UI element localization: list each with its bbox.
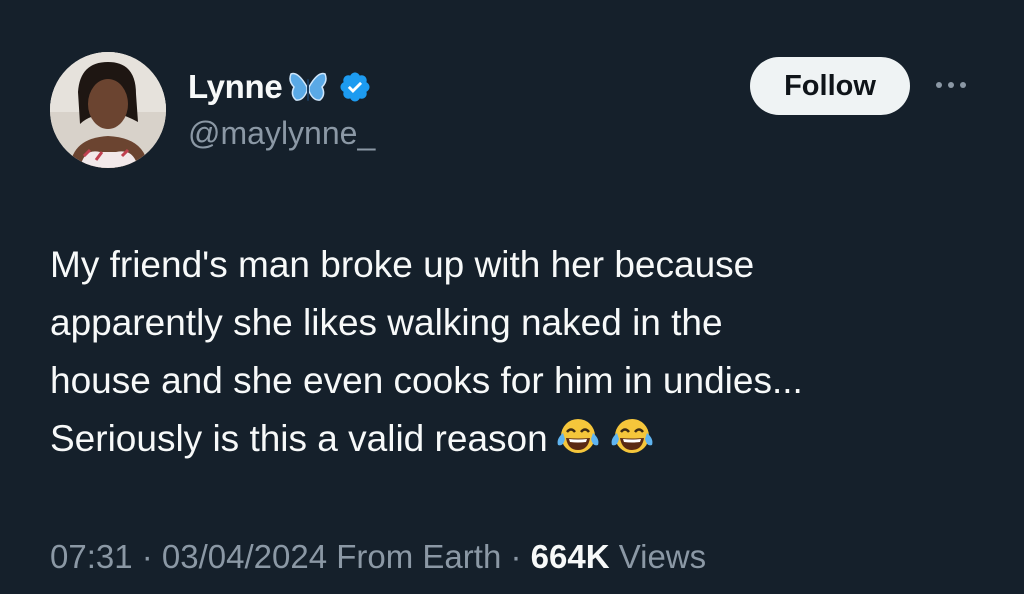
display-name[interactable]: Lynne [188, 68, 283, 106]
butterfly-emoji-icon [288, 67, 328, 107]
tweet-text-line: My friend's man broke up with her becaus… [50, 244, 755, 285]
tweet-source: From Earth [336, 538, 502, 575]
views-label: Views [618, 538, 707, 575]
follow-button[interactable]: Follow [750, 57, 910, 115]
tweet-meta: 07:31 · 03/04/2024 From Earth · 664K Vie… [50, 538, 706, 576]
tweet-text: My friend's man broke up with her becaus… [50, 236, 990, 468]
tweet-text-line: house and she even cooks for him in undi… [50, 360, 803, 401]
tweet-text-line: apparently she likes walking naked in th… [50, 302, 723, 343]
tweet-time[interactable]: 07:31 [50, 538, 133, 575]
meta-separator: · [501, 538, 531, 575]
views-count[interactable]: 664K [531, 538, 610, 575]
tears-of-joy-emoji-icon [554, 415, 602, 457]
meta-separator: · [132, 538, 162, 575]
verified-badge-icon[interactable] [338, 70, 372, 104]
user-handle[interactable]: @maylynne_ [188, 115, 375, 152]
more-horizontal-icon[interactable] [930, 70, 972, 100]
avatar-photo [50, 52, 166, 168]
avatar[interactable] [50, 52, 166, 168]
tweet-card: Lynne @maylynne_ Follow My friend's man … [0, 0, 1024, 594]
author-name-row: Lynne [188, 64, 372, 110]
tears-of-joy-emoji-icon [608, 415, 656, 457]
tweet-text-line: Seriously is this a valid reason [50, 418, 548, 459]
tweet-date[interactable]: 03/04/2024 [162, 538, 327, 575]
tweet-text-line-last: Seriously is this a valid reason [50, 410, 990, 468]
